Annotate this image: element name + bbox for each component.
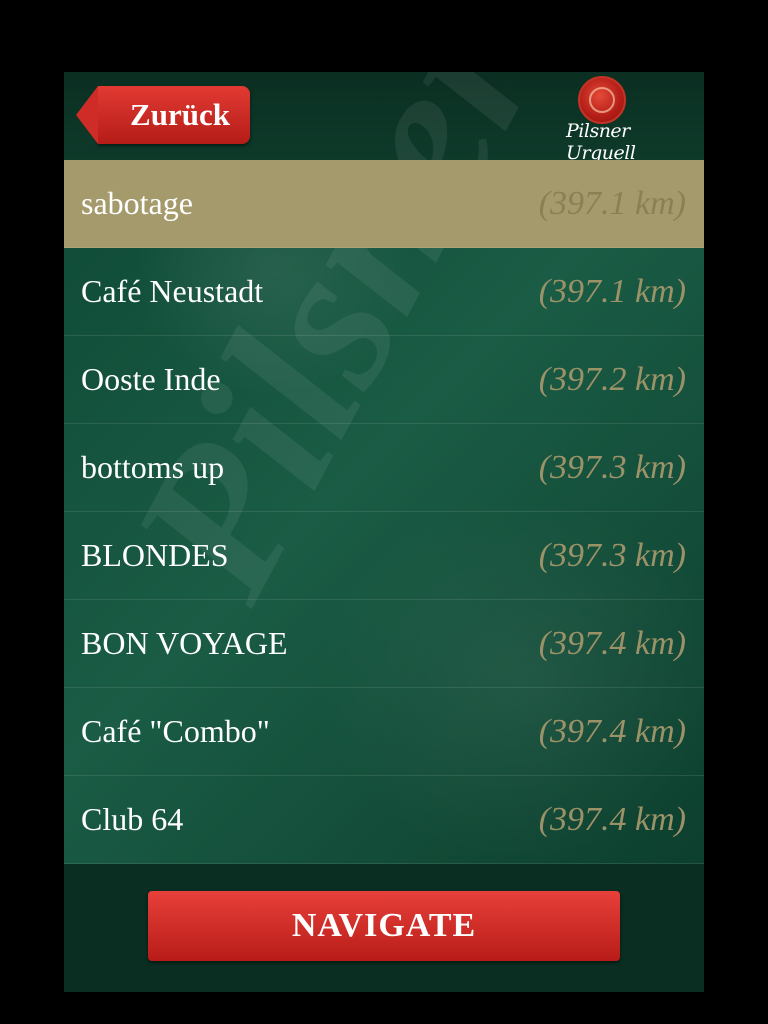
list-item[interactable]: Café "Combo" (397.4 km) — [64, 688, 704, 776]
venue-name: BON VOYAGE — [81, 625, 288, 661]
venue-distance: (397.4 km) — [538, 712, 686, 750]
venue-distance: (397.4 km) — [538, 624, 686, 662]
header-bar: Zurück Pilsner Urquell — [64, 72, 704, 164]
venue-name: BLONDES — [81, 537, 229, 573]
logo-wordmark: Pilsner Urquell — [566, 120, 636, 164]
app-screen: Zurück Pilsner Urquell Pilsner sabotage … — [64, 72, 704, 992]
pilsner-urquell-logo: Pilsner Urquell — [562, 76, 682, 164]
venue-name: Café Neustadt — [81, 273, 264, 309]
list-item[interactable]: Café Neustadt (397.1 km) — [64, 248, 704, 336]
list-item[interactable]: BON VOYAGE (397.4 km) — [64, 600, 704, 688]
list-item[interactable]: bottoms up (397.3 km) — [64, 424, 704, 512]
navigate-button[interactable]: NAVIGATE — [148, 891, 620, 961]
venue-distance: (397.3 km) — [538, 536, 686, 574]
venue-name: bottoms up — [81, 449, 225, 485]
footer-bar: NAVIGATE — [64, 864, 704, 992]
venue-distance: (397.1 km) — [538, 272, 686, 310]
back-button-label: Zurück — [130, 97, 230, 132]
seal-icon — [578, 76, 626, 124]
venue-list: Pilsner sabotage (397.1 km) Café Neustad… — [64, 72, 704, 864]
venue-name: sabotage — [81, 185, 193, 221]
list-item[interactable]: BLONDES (397.3 km) — [64, 512, 704, 600]
back-button[interactable]: Zurück — [76, 86, 250, 144]
venue-distance: (397.4 km) — [538, 800, 686, 838]
venue-name: Club 64 — [81, 801, 184, 837]
venue-distance: (397.2 km) — [538, 360, 686, 398]
venue-name: Café "Combo" — [81, 713, 270, 749]
list-item[interactable]: Club 64 (397.4 km) — [64, 776, 704, 864]
venue-name: Ooste Inde — [81, 361, 221, 397]
venue-distance: (397.1 km) — [538, 184, 686, 222]
list-item[interactable]: sabotage (397.1 km) — [64, 160, 704, 248]
venue-distance: (397.3 km) — [538, 448, 686, 486]
list-item[interactable]: Ooste Inde (397.2 km) — [64, 336, 704, 424]
